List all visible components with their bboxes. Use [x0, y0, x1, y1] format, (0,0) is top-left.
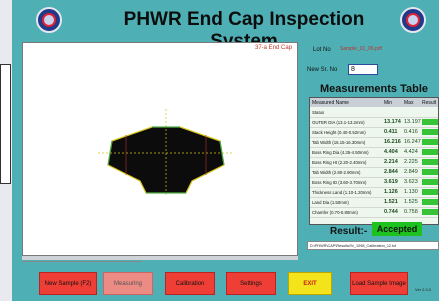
header-result: Result [422, 100, 437, 106]
organization-logo-left-icon [36, 7, 62, 33]
exit-button[interactable]: EXIT [288, 272, 332, 295]
lot-no-value: Sample_01_06.pdf [340, 46, 382, 52]
pass-indicator [422, 189, 438, 195]
pass-indicator [422, 139, 438, 145]
calibration-button[interactable]: Calibration [165, 272, 215, 295]
new-sr-no-label: New Sr. No [307, 67, 338, 73]
image-horizontal-scrollbar[interactable] [22, 256, 298, 260]
measuring-button[interactable]: Measuring [103, 272, 153, 295]
table-row: Chamfer (0.70-0.80mm) 0.744 0.758 [310, 207, 438, 218]
header-max: Max [404, 100, 414, 106]
table-header: Measured Name Min Max Result [310, 98, 438, 107]
result-label: Result:- [330, 226, 368, 237]
measurements-table: Measured Name Min Max Result Status OUTE… [309, 97, 439, 225]
result-status-badge: Accepted [372, 222, 422, 236]
load-sample-image-button[interactable]: Load Sample Image [350, 272, 408, 295]
result-file-path: D:\PHWR\CAP\Results\Sr_1098_Calibration_… [307, 241, 439, 250]
settings-button[interactable]: Settings [226, 272, 276, 295]
pass-indicator [422, 169, 438, 175]
header-name: Measured Name [312, 100, 349, 106]
new-sample-button[interactable]: New Sample (F2) [39, 272, 97, 295]
header-min: Min [384, 100, 393, 106]
measurements-table-title: Measurements Table [320, 83, 429, 95]
organization-logo-right-icon [400, 7, 426, 33]
pass-indicator [422, 199, 438, 205]
pass-indicator [422, 179, 438, 185]
pass-indicator [422, 129, 438, 135]
image-tag: 37-a End Cap [255, 45, 293, 51]
pass-indicator [422, 149, 438, 155]
pass-indicator [422, 159, 438, 165]
new-sr-no-input[interactable]: 8 [348, 64, 378, 75]
pass-indicator [422, 209, 438, 215]
pass-indicator [422, 119, 438, 125]
lot-no-label: Lot No [313, 47, 331, 53]
left-side-window-edge [0, 64, 11, 184]
end-cap-image [98, 109, 234, 195]
version-text: Ver 2.0.0 [415, 287, 432, 292]
